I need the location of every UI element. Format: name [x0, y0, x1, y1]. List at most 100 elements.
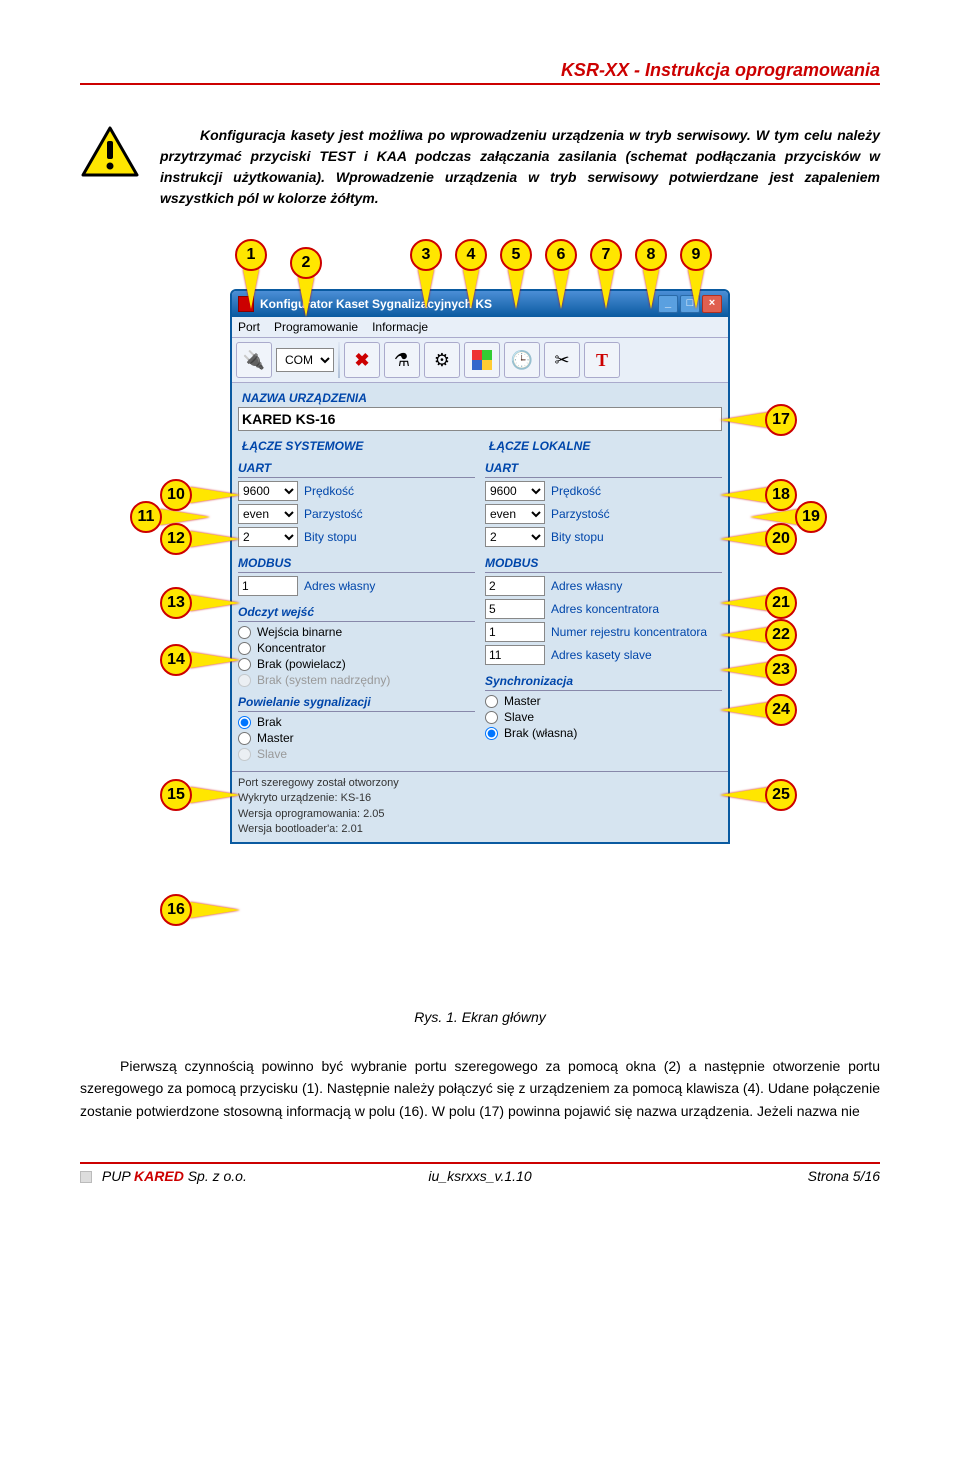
label-system-link: ŁĄCZE SYSTEMOWE [238, 431, 475, 455]
page-footer: PUP KARED Sp. z o.o. iu_ksrxxs_v.1.10 St… [80, 1162, 880, 1184]
loc-stop-select[interactable]: 2 [485, 527, 545, 547]
dup-slave-label: Slave [257, 747, 287, 761]
label-concaddr: Adres koncentratora [551, 602, 659, 616]
callout-7: 7 [590, 239, 622, 271]
label-speed-sys: Prędkość [304, 484, 354, 498]
toolbar: 🔌 COM3 ✖ ⚗ ⚙ 🕒 ✂ T [232, 338, 728, 383]
footer-mid: iu_ksrxxs_v.1.10 [347, 1168, 614, 1184]
text-button[interactable]: T [584, 342, 620, 378]
status-line-3: Wersja oprogramowania: 2.05 [238, 807, 722, 822]
label-device-name: NAZWA URZĄDZENIA [238, 383, 722, 407]
settings-button[interactable]: ⚙ [424, 342, 460, 378]
conc-addr-input[interactable] [485, 599, 545, 619]
callout-20: 20 [765, 523, 797, 555]
callout-11: 11 [130, 501, 162, 533]
sys-stop-select[interactable]: 2 [238, 527, 298, 547]
footer-left-prefix: PUP [102, 1168, 134, 1184]
label-uart-loc: UART [485, 455, 722, 478]
callout-8: 8 [635, 239, 667, 271]
footer-kared: KARED [134, 1168, 184, 1184]
footer-right: Strona 5/16 [613, 1168, 880, 1184]
loc-own-addr-input[interactable] [485, 576, 545, 596]
callout-17: 17 [765, 404, 797, 436]
dup-master-label: Master [257, 731, 294, 745]
slave-addr-input[interactable] [485, 645, 545, 665]
read-brak2-label: Brak (system nadrzędny) [257, 673, 390, 687]
time-button[interactable]: 🕒 [504, 342, 540, 378]
status-line-4: Wersja bootloader'a: 2.01 [238, 822, 722, 837]
callout-15: 15 [160, 779, 192, 811]
cut-button[interactable]: ✂ [544, 342, 580, 378]
sync-slave-label: Slave [504, 710, 534, 724]
label-ownaddr-sys: Adres własny [304, 579, 375, 593]
callout-12: 12 [160, 523, 192, 555]
body-paragraph: Pierwszą czynnością powinno być wybranie… [80, 1055, 880, 1122]
label-modbus-sys: MODBUS [238, 550, 475, 573]
status-panel: Port szeregowy został otworzony Wykryto … [232, 771, 728, 842]
label-stop-loc: Bity stopu [551, 530, 604, 544]
loc-speed-select[interactable]: 9600 [485, 481, 545, 501]
close-button[interactable]: × [702, 295, 722, 313]
label-duplication: Powielanie sygnalizacji [238, 689, 475, 712]
callout-9: 9 [680, 239, 712, 271]
device-name-input[interactable] [238, 407, 722, 431]
menu-informacje[interactable]: Informacje [372, 320, 428, 334]
minimize-button[interactable]: _ [658, 295, 678, 313]
label-local-link: ŁĄCZE LOKALNE [485, 431, 722, 455]
label-speed-loc: Prędkość [551, 484, 601, 498]
callout-13: 13 [160, 587, 192, 619]
sync-slave-radio[interactable] [485, 711, 498, 724]
menu-programowanie[interactable]: Programowanie [274, 320, 358, 334]
sys-parity-select[interactable]: even [238, 504, 298, 524]
footer-square-icon [80, 1171, 92, 1183]
sys-own-addr-input[interactable] [238, 576, 298, 596]
callout-25: 25 [765, 779, 797, 811]
read-brak2-radio [238, 674, 251, 687]
warning-icon [80, 125, 140, 209]
label-regnum: Numer rejestru koncentratora [551, 625, 707, 639]
dup-slave-radio [238, 748, 251, 761]
loc-parity-select[interactable]: even [485, 504, 545, 524]
connect-button[interactable]: ⚗ [384, 342, 420, 378]
color-button[interactable] [464, 342, 500, 378]
menubar: Port Programowanie Informacje [232, 317, 728, 338]
callout-23: 23 [765, 654, 797, 686]
callout-5: 5 [500, 239, 532, 271]
figure-main-screen: 1 2 3 4 5 6 7 8 9 10 11 12 13 [130, 239, 830, 999]
sync-brak-radio[interactable] [485, 727, 498, 740]
footer-left-suffix: Sp. z o.o. [184, 1168, 247, 1184]
callout-22: 22 [765, 619, 797, 651]
callout-21: 21 [765, 587, 797, 619]
label-ownaddr-loc: Adres własny [551, 579, 622, 593]
callout-16: 16 [160, 894, 192, 926]
disconnect-button[interactable]: ✖ [344, 342, 380, 378]
sys-speed-select[interactable]: 9600 [238, 481, 298, 501]
doc-header-title: KSR-XX - Instrukcja oprogramowania [80, 60, 880, 85]
label-modbus-loc: MODBUS [485, 550, 722, 573]
label-sync: Synchronizacja [485, 668, 722, 691]
read-brak1-label: Brak (powielacz) [257, 657, 346, 671]
app-window: Konfigurator Kaset Sygnalizacyjnych KS _… [230, 289, 730, 844]
read-binary-radio[interactable] [238, 626, 251, 639]
sync-brak-label: Brak (własna) [504, 726, 577, 740]
label-uart-sys: UART [238, 455, 475, 478]
callout-4: 4 [455, 239, 487, 271]
sync-master-radio[interactable] [485, 695, 498, 708]
callout-24: 24 [765, 694, 797, 726]
status-line-2: Wykryto urządzenie: KS-16 [238, 791, 722, 806]
dup-master-radio[interactable] [238, 732, 251, 745]
read-conc-label: Koncentrator [257, 641, 326, 655]
open-port-button[interactable]: 🔌 [236, 342, 272, 378]
figure-caption: Rys. 1. Ekran główny [80, 1009, 880, 1025]
menu-port[interactable]: Port [238, 320, 260, 334]
intro-block: Konfiguracja kasety jest możliwa po wpro… [80, 125, 880, 209]
sync-master-label: Master [504, 694, 541, 708]
callout-10: 10 [160, 479, 192, 511]
reg-num-input[interactable] [485, 622, 545, 642]
label-read-inputs: Odczyt wejść [238, 599, 475, 622]
dup-brak-radio[interactable] [238, 716, 251, 729]
window-title: Konfigurator Kaset Sygnalizacyjnych KS [260, 297, 492, 311]
com-port-select[interactable]: COM3 [276, 348, 334, 372]
label-parity-sys: Parzystość [304, 507, 363, 521]
callout-3: 3 [410, 239, 442, 271]
